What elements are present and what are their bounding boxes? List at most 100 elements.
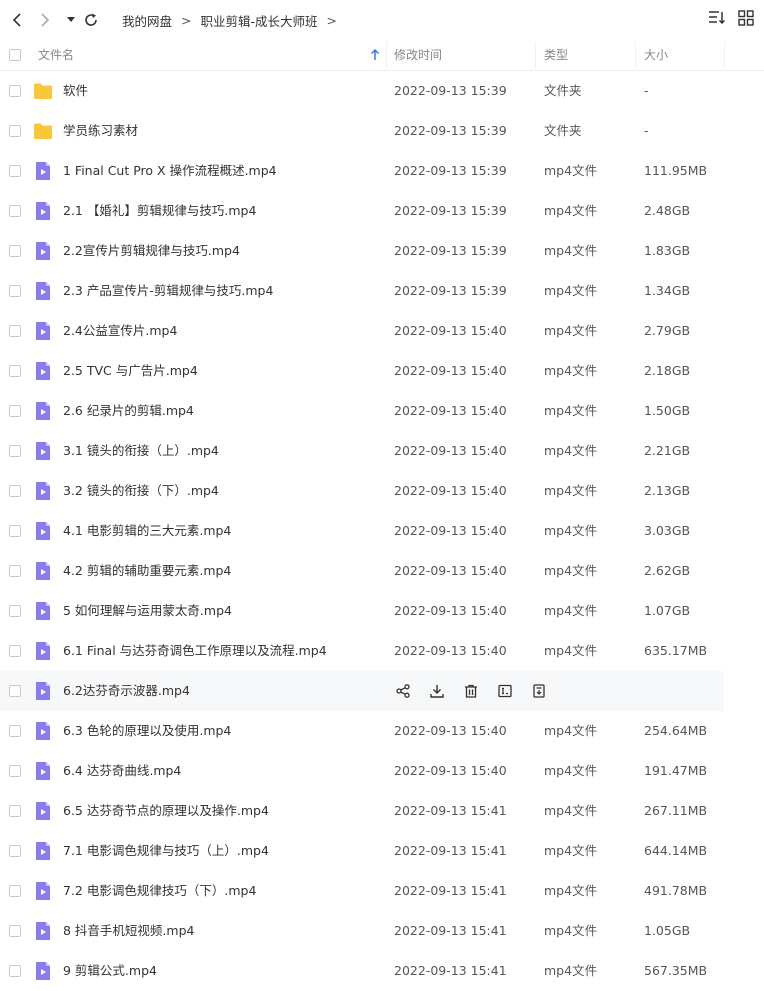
file-name[interactable]: 软件 [63, 71, 88, 111]
file-name[interactable]: 6.1 Final 与达芬奇调色工作原理以及流程.mp4 [63, 631, 327, 671]
file-row[interactable]: 7.2 电影调色规律技巧（下）.mp4 2022-09-13 15:41 mp4文件… [0, 871, 724, 911]
column-divider[interactable] [535, 42, 536, 68]
row-checkbox[interactable] [9, 325, 21, 337]
file-type: mp4文件 [544, 643, 598, 658]
file-row[interactable]: 学员练习素材 2022-09-13 15:39 文件夹 - [0, 111, 724, 151]
file-row[interactable]: 4.1 电影剪辑的三大元素.mp4 2022-09-13 15:40 mp4文件 3.… [0, 511, 724, 551]
file-name[interactable]: 2.6 纪录片的剪辑.mp4 [63, 391, 194, 431]
row-checkbox[interactable] [9, 205, 21, 217]
row-checkbox[interactable] [9, 725, 21, 737]
more-icon[interactable] [530, 682, 548, 700]
video-file-icon [33, 241, 53, 261]
row-checkbox[interactable] [9, 805, 21, 817]
video-file-icon [33, 281, 53, 301]
sort-ascending-icon[interactable] [370, 48, 380, 64]
file-name[interactable]: 2.3 产品宣传片-剪辑规律与技巧.mp4 [63, 271, 273, 311]
file-name[interactable]: 3.2 镜头的衔接（下）.mp4 [63, 471, 219, 511]
file-name[interactable]: 学员练习素材 [63, 111, 138, 151]
row-checkbox[interactable] [9, 565, 21, 577]
refresh-icon[interactable] [80, 8, 102, 32]
file-row[interactable]: 2.6 纪录片的剪辑.mp4 2022-09-13 15:40 mp4文件 1.50G… [0, 391, 724, 431]
file-name[interactable]: 1 Final Cut Pro X 操作流程概述.mp4 [63, 151, 277, 191]
share-icon[interactable] [394, 682, 412, 700]
file-modified-time: 2022-09-13 15:39 [394, 243, 507, 258]
file-row[interactable]: 2.1 【婚礼】剪辑规律与技巧.mp4 2022-09-13 15:39 mp4文件… [0, 191, 724, 231]
row-checkbox[interactable] [9, 765, 21, 777]
row-checkbox[interactable] [9, 285, 21, 297]
row-checkbox[interactable] [9, 525, 21, 537]
history-dropdown-icon[interactable] [64, 8, 78, 32]
row-checkbox[interactable] [9, 925, 21, 937]
file-size: 2.79GB [644, 323, 691, 338]
file-name[interactable]: 6.5 达芬奇节点的原理以及操作.mp4 [63, 791, 269, 831]
breadcrumb-current[interactable]: 职业剪辑-成长大师班 [201, 11, 318, 30]
select-all-checkbox[interactable] [9, 49, 21, 61]
file-row[interactable]: 2.3 产品宣传片-剪辑规律与技巧.mp4 2022-09-13 15:39 mp4… [0, 271, 724, 311]
download-icon[interactable] [428, 682, 446, 700]
rename-icon[interactable] [496, 682, 514, 700]
row-checkbox[interactable] [9, 165, 21, 177]
file-name[interactable]: 3.1 镜头的衔接（上）.mp4 [63, 431, 219, 471]
file-name[interactable]: 6.3 色轮的原理以及使用.mp4 [63, 711, 231, 751]
column-divider[interactable] [724, 42, 725, 68]
file-name[interactable]: 8 抖音手机短视频.mp4 [63, 911, 194, 951]
file-name[interactable]: 7.2 电影调色规律技巧（下）.mp4 [63, 871, 256, 911]
file-name[interactable]: 2.2宣传片剪辑规律与技巧.mp4 [63, 231, 240, 271]
row-checkbox[interactable] [9, 685, 21, 697]
row-checkbox[interactable] [9, 85, 21, 97]
file-row[interactable]: 8 抖音手机短视频.mp4 2022-09-13 15:41 mp4文件 1.05GB [0, 911, 724, 951]
file-row[interactable]: 3.2 镜头的衔接（下）.mp4 2022-09-13 15:40 mp4文件 2.1… [0, 471, 724, 511]
file-row[interactable]: 7.1 电影调色规律与技巧（上）.mp4 2022-09-13 15:41 mp4文… [0, 831, 724, 871]
row-checkbox[interactable] [9, 445, 21, 457]
back-icon[interactable] [8, 8, 26, 32]
breadcrumb-root[interactable]: 我的网盘 [122, 11, 172, 30]
file-name[interactable]: 9 剪辑公式.mp4 [63, 951, 157, 991]
row-checkbox[interactable] [9, 965, 21, 977]
file-name[interactable]: 2.5 TVC 与广告片.mp4 [63, 351, 198, 391]
row-checkbox[interactable] [9, 645, 21, 657]
file-type: mp4文件 [544, 923, 598, 938]
row-checkbox[interactable] [9, 125, 21, 137]
column-modified[interactable]: 修改时间 [394, 40, 442, 70]
column-name[interactable]: 文件名 [38, 40, 74, 70]
forward-icon[interactable] [36, 8, 54, 32]
file-name[interactable]: 6.2达芬奇示波器.mp4 [63, 671, 190, 711]
file-row[interactable]: 6.5 达芬奇节点的原理以及操作.mp4 2022-09-13 15:41 mp4文… [0, 791, 724, 831]
file-name[interactable]: 2.4公益宣传片.mp4 [63, 311, 177, 351]
file-name[interactable]: 6.4 达芬奇曲线.mp4 [63, 751, 181, 791]
file-row[interactable]: 4.2 剪辑的辅助重要元素.mp4 2022-09-13 15:40 mp4文件 2.… [0, 551, 724, 591]
row-checkbox[interactable] [9, 365, 21, 377]
row-checkbox[interactable] [9, 885, 21, 897]
file-row[interactable]: 2.4公益宣传片.mp4 2022-09-13 15:40 mp4文件 2.79GB [0, 311, 724, 351]
sort-list-icon[interactable] [708, 10, 726, 29]
row-checkbox[interactable] [9, 405, 21, 417]
file-row[interactable]: 软件 2022-09-13 15:39 文件夹 - [0, 71, 724, 111]
row-checkbox[interactable] [9, 245, 21, 257]
file-row[interactable]: 3.1 镜头的衔接（上）.mp4 2022-09-13 15:40 mp4文件 2.2… [0, 431, 724, 471]
row-checkbox[interactable] [9, 845, 21, 857]
column-divider[interactable] [386, 42, 387, 68]
delete-icon[interactable] [462, 682, 480, 700]
file-row[interactable]: 2.5 TVC 与广告片.mp4 2022-09-13 15:40 mp4文件 2.1… [0, 351, 724, 391]
file-name[interactable]: 4.2 剪辑的辅助重要元素.mp4 [63, 551, 231, 591]
file-row[interactable]: 5 如何理解与运用蒙太奇.mp4 2022-09-13 15:40 mp4文件 1.0… [0, 591, 724, 631]
file-row[interactable]: 2.2宣传片剪辑规律与技巧.mp4 2022-09-13 15:39 mp4文件 1.… [0, 231, 724, 271]
row-checkbox[interactable] [9, 605, 21, 617]
file-modified-time: 2022-09-13 15:40 [394, 603, 507, 618]
file-name[interactable]: 7.1 电影调色规律与技巧（上）.mp4 [63, 831, 269, 871]
file-row[interactable]: 6.1 Final 与达芬奇调色工作原理以及流程.mp4 2022-09-13 1… [0, 631, 724, 671]
column-size[interactable]: 大小 [644, 40, 668, 70]
file-name[interactable]: 4.1 电影剪辑的三大元素.mp4 [63, 511, 231, 551]
grid-view-icon[interactable] [738, 10, 754, 29]
file-row[interactable]: 6.3 色轮的原理以及使用.mp4 2022-09-13 15:40 mp4文件 25… [0, 711, 724, 751]
column-type[interactable]: 类型 [544, 40, 568, 70]
file-name[interactable]: 2.1 【婚礼】剪辑规律与技巧.mp4 [63, 191, 256, 231]
file-row[interactable]: 9 剪辑公式.mp4 2022-09-13 15:41 mp4文件 567.35MB [0, 951, 724, 991]
file-row[interactable]: 6.2达芬奇示波器.mp4 [0, 671, 724, 711]
file-row[interactable]: 1 Final Cut Pro X 操作流程概述.mp4 2022-09-13 1… [0, 151, 724, 191]
file-name[interactable]: 5 如何理解与运用蒙太奇.mp4 [63, 591, 232, 631]
file-row[interactable]: 6.4 达芬奇曲线.mp4 2022-09-13 15:40 mp4文件 191.47… [0, 751, 724, 791]
row-checkbox[interactable] [9, 485, 21, 497]
file-type: mp4文件 [544, 363, 598, 378]
column-divider[interactable] [635, 42, 636, 68]
